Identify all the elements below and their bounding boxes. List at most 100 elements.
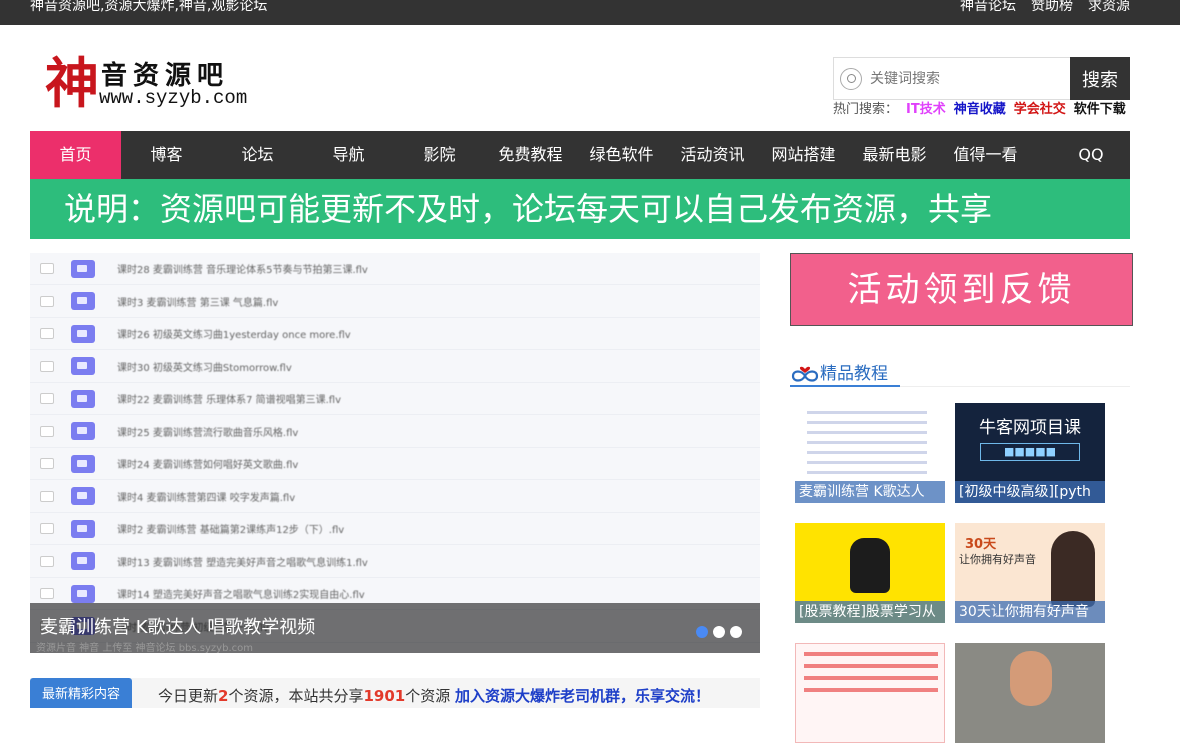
- latest-suffix: 个资源: [405, 687, 451, 705]
- hot-search-label: 热门搜索：: [833, 102, 899, 117]
- site-logo[interactable]: 神 音资源吧 www.syzyb.com: [45, 53, 265, 113]
- slider-dot-2[interactable]: [713, 626, 725, 638]
- nav-forum[interactable]: 论坛: [212, 131, 303, 179]
- top-links: 神音论坛 赞助榜 求资源: [960, 0, 1130, 16]
- activity-feedback-banner[interactable]: 活动领到反馈: [790, 253, 1133, 326]
- featured-slider[interactable]: 课时28 麦霸训练营 音乐理论体系5节奏与节拍第三课.flv 课时3 麦霸训练营 …: [30, 253, 760, 653]
- hot-search-social[interactable]: 学会社交: [1014, 101, 1066, 119]
- tutorial-card-6[interactable]: [955, 643, 1105, 743]
- card-caption: 30天让你拥有好声音: [955, 601, 1105, 623]
- nav-activities[interactable]: 活动资讯: [667, 131, 758, 179]
- file-row: 课时24 麦霸训练营如何唱好英文歌曲.flv: [30, 448, 760, 480]
- video-file-icon: [71, 357, 95, 375]
- video-file-icon: [71, 259, 95, 278]
- file-row: 课时2 麦霸训练营 基础篇第2课练声12步（下）.flv: [30, 513, 760, 545]
- file-name: 课时3 麦霸训练营 第三课 气息篇.flv: [117, 297, 279, 309]
- nav-free-tutorials[interactable]: 免费教程: [485, 131, 576, 179]
- latest-prefix: 今日更新: [158, 687, 219, 705]
- file-row: 课时3 麦霸训练营 第三课 气息篇.flv: [30, 286, 760, 318]
- tutorial-card-3[interactable]: [股票教程]股票学习从: [795, 523, 945, 623]
- woman-portrait: [1051, 531, 1095, 607]
- card-caption: [初级中级高级][pyth: [955, 481, 1105, 503]
- section-title: 精品教程: [820, 364, 888, 384]
- file-name: 课时2 麦霸训练营 基础篇第2课练声12步（下）.flv: [117, 525, 345, 536]
- hot-search-it[interactable]: IT技术: [906, 101, 946, 119]
- search-input[interactable]: [870, 70, 1050, 87]
- latest-mid: 个资源，本站共分享: [228, 687, 364, 705]
- top-link-request[interactable]: 求资源: [1088, 0, 1130, 16]
- file-name: 课时14 塑造完美好声音之唱歌气息训练2实现自由心.flv: [117, 590, 365, 601]
- tutorial-card-4[interactable]: 30天 让你拥有好声音 30天让你拥有好声音: [955, 523, 1105, 623]
- card-caption: [股票教程]股票学习从: [795, 601, 945, 623]
- thumb-line: [804, 652, 938, 656]
- nav-cinema[interactable]: 影院: [394, 131, 485, 179]
- top-link-forum[interactable]: 神音论坛: [960, 0, 1016, 16]
- search-icon: [840, 67, 862, 90]
- tutorial-card-2[interactable]: 牛客网项目课 ■■■■■ [初级中级高级][pyth: [955, 403, 1105, 503]
- checkbox-icon: [40, 588, 54, 599]
- card-thumb-line: 让你拥有好声音: [959, 553, 1036, 566]
- file-row: 课时25 麦霸训练营流行歌曲音乐风格.flv: [30, 416, 760, 448]
- file-name: 课时4 麦霸训练营第四课 咬字发声篇.flv: [117, 492, 296, 504]
- nav-green-software[interactable]: 绿色软件: [576, 131, 667, 179]
- video-file-icon: [71, 454, 95, 473]
- search-button[interactable]: 搜索: [1070, 57, 1130, 100]
- thumb-line: [807, 411, 927, 414]
- video-file-icon: [71, 519, 95, 538]
- latest-stats: 今日更新2个资源，本站共分享1901个资源 加入资源大爆炸老司机群，乐享交流！: [158, 685, 710, 706]
- hot-search-collection[interactable]: 神音收藏: [954, 101, 1006, 119]
- file-name: 课时28 麦霸训练营 音乐理论体系5节奏与节拍第三课.flv: [117, 265, 368, 276]
- today-count: 2: [218, 687, 229, 705]
- video-file-icon: [71, 422, 95, 440]
- nav-latest-movies[interactable]: 最新电影: [849, 131, 940, 179]
- file-name: 课时22 麦霸训练营 乐理体系7 简谱视唱第三课.flv: [117, 395, 342, 406]
- thumb-line: [807, 451, 927, 454]
- top-bar: 神音资源吧,资源大爆炸,神音,观影论坛 神音论坛 赞助榜 求资源: [0, 0, 1180, 25]
- batman-illustration: [850, 538, 890, 593]
- video-file-icon: [71, 292, 95, 310]
- section-header: 精品教程: [790, 355, 1130, 387]
- file-row: 课时4 麦霸训练营第四课 咬字发声篇.flv: [30, 481, 760, 513]
- latest-tag[interactable]: 最新精彩内容: [30, 678, 132, 708]
- search-box: [833, 57, 1070, 100]
- thumb-line: [804, 688, 938, 692]
- thumb-line: [807, 431, 927, 434]
- nav-guide[interactable]: 导航: [303, 131, 394, 179]
- hot-search: 热门搜索： IT技术 神音收藏 学会社交 软件下载: [833, 101, 1126, 119]
- notice-banner: 说明：资源吧可能更新不及时，论坛每天可以自己发布资源，共享: [30, 179, 1130, 239]
- thumb-line: [807, 471, 927, 474]
- nav-qq[interactable]: QQ: [1052, 131, 1130, 179]
- nav-home[interactable]: 首页: [30, 131, 121, 179]
- nav-worth-watching[interactable]: 值得一看: [940, 131, 1031, 179]
- infinity-heart-icon: [791, 366, 819, 382]
- file-row: 课时22 麦霸训练营 乐理体系7 简谱视唱第三课.flv: [30, 383, 760, 415]
- top-link-sponsors[interactable]: 赞助榜: [1031, 0, 1073, 16]
- main-nav: 首页 博客 论坛 导航 影院 免费教程 绿色软件 活动资讯 网站搭建 最新电影 …: [30, 131, 1130, 179]
- checkbox-icon: [40, 328, 54, 339]
- nav-blog[interactable]: 博客: [121, 131, 212, 179]
- file-name: 课时26 初级英文练习曲1yesterday once more.flv: [117, 330, 351, 341]
- checkbox-icon: [40, 555, 54, 567]
- tutorial-card-1[interactable]: 麦霸训练营 K歌达人: [795, 403, 945, 503]
- tutorial-card-5[interactable]: [795, 643, 945, 743]
- slider-dot-1[interactable]: [696, 626, 708, 638]
- thumb-line: [807, 461, 927, 464]
- latest-updates-bar: 最新精彩内容 今日更新2个资源，本站共分享1901个资源 加入资源大爆炸老司机群…: [30, 678, 760, 708]
- slider-dot-3[interactable]: [730, 626, 742, 638]
- nav-site-building[interactable]: 网站搭建: [758, 131, 849, 179]
- thumb-line: [804, 676, 938, 680]
- file-row: 课时13 麦霸训练营 塑造完美好声音之唱歌气息训练1.flv: [30, 546, 760, 578]
- man-portrait: [1010, 651, 1052, 706]
- checkbox-icon: [40, 263, 54, 274]
- card-thumb-badge: ■■■■■: [980, 443, 1080, 461]
- site-slogan: 神音资源吧,资源大爆炸,神音,观影论坛: [30, 0, 268, 14]
- join-group-link[interactable]: 加入资源大爆炸老司机群，乐享交流！: [455, 687, 710, 705]
- checkbox-icon: [40, 490, 54, 502]
- video-file-icon: [71, 324, 95, 343]
- file-row: 课时28 麦霸训练营 音乐理论体系5节奏与节拍第三课.flv: [30, 253, 760, 285]
- hot-search-software[interactable]: 软件下载: [1074, 101, 1126, 119]
- file-name: 课时25 麦霸训练营流行歌曲音乐风格.flv: [117, 427, 299, 439]
- file-name: 课时24 麦霸训练营如何唱好英文歌曲.flv: [117, 460, 299, 471]
- file-row: 课时30 初级英文练习曲Stomorrow.flv: [30, 351, 760, 383]
- logo-shen-glyph: 神: [45, 51, 99, 115]
